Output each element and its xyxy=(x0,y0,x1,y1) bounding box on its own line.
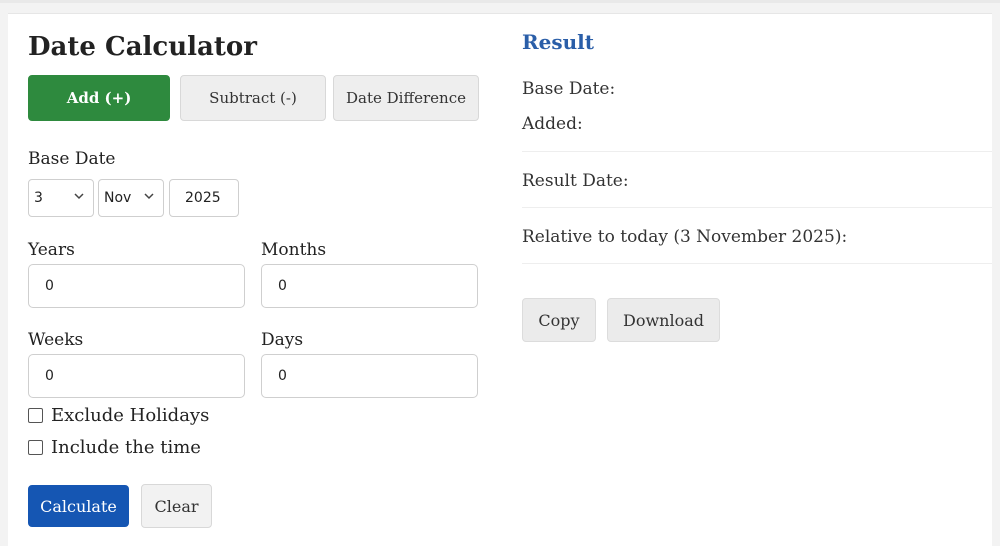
page-title: Date Calculator xyxy=(28,32,257,62)
relative-to-today-label: Relative to today (3 November 2025): xyxy=(522,227,848,247)
base-date-day-select[interactable]: 3 xyxy=(28,179,94,217)
year-value: 2025 xyxy=(185,190,221,206)
result-added-label: Added: xyxy=(522,114,583,134)
clear-button[interactable]: Clear xyxy=(141,484,212,528)
chevron-down-icon xyxy=(74,193,84,200)
divider xyxy=(522,263,992,264)
result-base-date-label: Base Date: xyxy=(522,79,616,99)
exclude-holidays-checkbox[interactable] xyxy=(28,408,43,423)
mode-subtract-button[interactable]: Subtract (-) xyxy=(180,75,326,121)
include-time-option[interactable]: Include the time xyxy=(28,437,201,458)
divider xyxy=(522,207,992,208)
years-label: Years xyxy=(28,240,75,260)
exclude-holidays-label: Exclude Holidays xyxy=(51,405,210,426)
chevron-down-icon xyxy=(144,193,154,200)
include-time-checkbox[interactable] xyxy=(28,440,43,455)
divider xyxy=(522,151,992,152)
month-value: Nov xyxy=(104,190,132,206)
top-border xyxy=(0,0,1000,3)
weeks-input[interactable]: 0 xyxy=(28,354,245,398)
base-date-label: Base Date xyxy=(28,149,116,169)
base-date-year-input[interactable]: 2025 xyxy=(169,179,239,217)
base-date-month-select[interactable]: Nov xyxy=(98,179,164,217)
day-value: 3 xyxy=(34,190,43,206)
days-input[interactable]: 0 xyxy=(261,354,478,398)
weeks-label: Weeks xyxy=(28,330,84,350)
months-label: Months xyxy=(261,240,327,260)
exclude-holidays-option[interactable]: Exclude Holidays xyxy=(28,405,209,426)
mode-add-button[interactable]: Add (+) xyxy=(28,75,170,121)
days-label: Days xyxy=(261,330,304,350)
months-input[interactable]: 0 xyxy=(261,264,478,308)
date-calculator-card: Date Calculator Add (+) Subtract (-) Dat… xyxy=(8,13,992,546)
result-date-label: Result Date: xyxy=(522,171,629,191)
include-time-label: Include the time xyxy=(51,437,201,458)
copy-button[interactable]: Copy xyxy=(522,298,596,342)
years-input[interactable]: 0 xyxy=(28,264,245,308)
mode-date-difference-button[interactable]: Date Difference xyxy=(333,75,479,121)
download-button[interactable]: Download xyxy=(607,298,720,342)
result-title: Result xyxy=(522,30,594,54)
calculate-button[interactable]: Calculate xyxy=(28,485,129,527)
